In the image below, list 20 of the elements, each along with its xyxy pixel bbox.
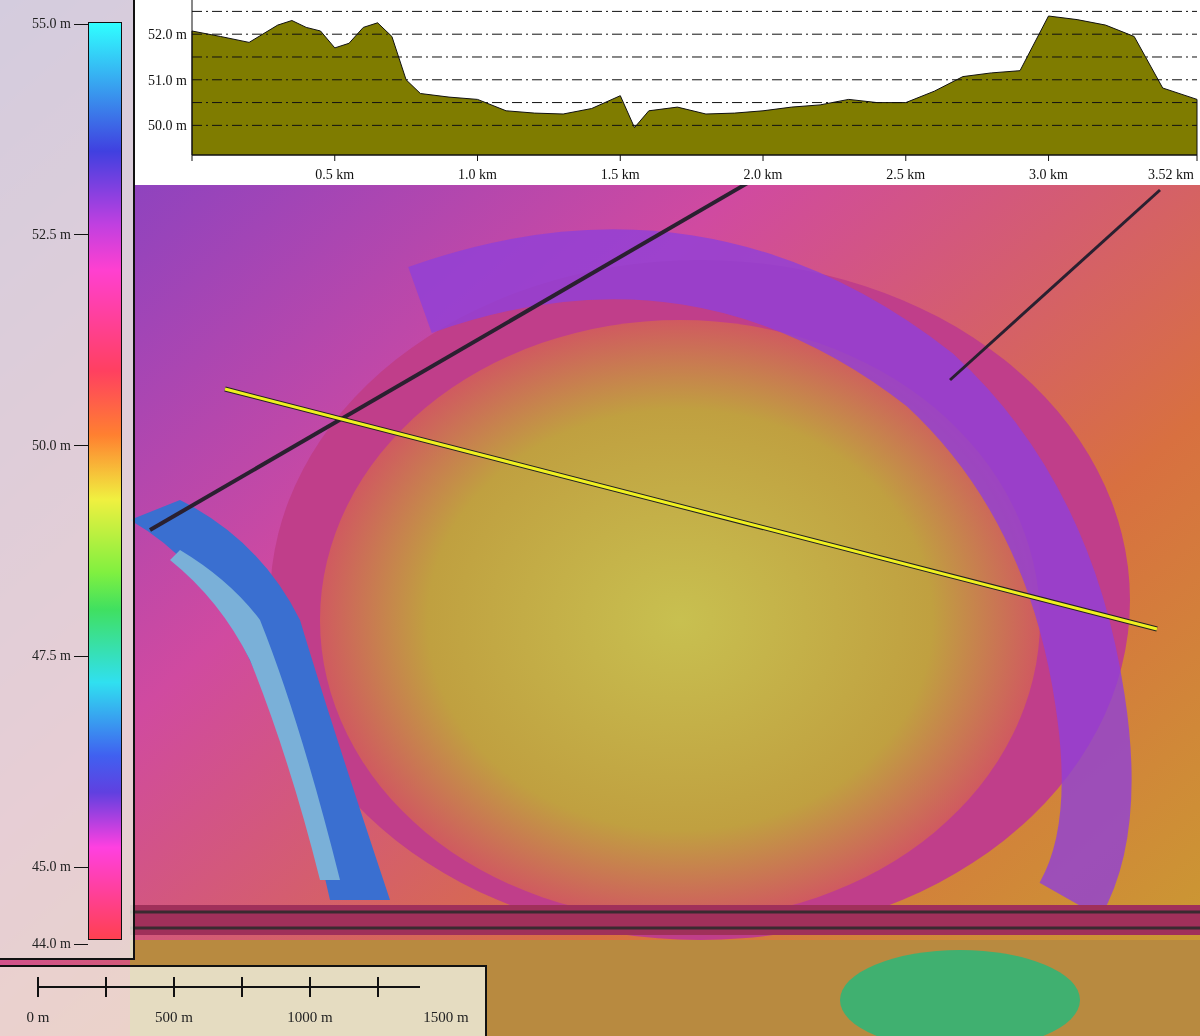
legend-label: 45.0 m (32, 859, 71, 875)
x-tick-label: 1.5 km (600, 167, 640, 182)
x-tick-label: 2.5 km (886, 167, 926, 182)
x-tick-label: 3.52 km (1148, 167, 1194, 182)
x-tick-label: 0.5 km (315, 167, 355, 182)
scale-label: 0 m (26, 1009, 50, 1026)
y-tick-label: 50.0 m (148, 118, 187, 134)
x-tick-label: 3.0 km (1029, 167, 1068, 182)
legend-label: 44.0 m (32, 936, 71, 952)
scale-label: 500 m (155, 1009, 193, 1026)
y-tick-label: 52.0 m (148, 27, 187, 43)
scale-label: 1500 m (423, 1009, 469, 1026)
x-tick-label: 1.0 km (458, 167, 497, 182)
legend-label: 52.5 m (32, 226, 71, 243)
y-tick-label: 51.0 m (148, 72, 187, 88)
x-tick-label: 2.0 km (743, 167, 783, 182)
scale-label: 1000 m (287, 1009, 333, 1026)
legend-label: 47.5 m (32, 648, 71, 665)
legend-label: 50.0 m (32, 437, 71, 454)
legend-label: 55.0 m (32, 16, 71, 32)
